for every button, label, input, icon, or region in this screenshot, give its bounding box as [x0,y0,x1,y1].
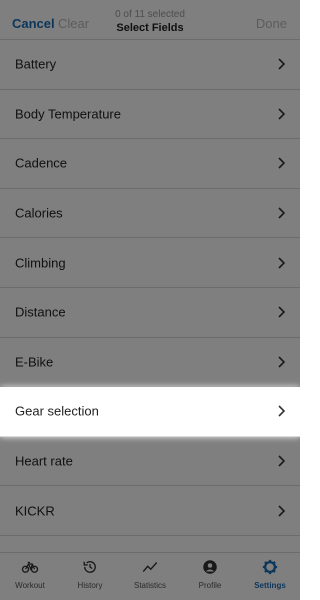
chevron-right-icon [278,207,286,219]
header-bar: Cancel Clear 0 of 11 selected Select Fie… [0,0,300,40]
tab-history[interactable]: History [60,553,120,600]
tab-label: Profile [198,581,222,590]
field-label: Heart rate [15,453,73,469]
field-label: Climbing [15,255,66,271]
profile-icon [203,560,217,574]
fields-list: Battery Body Temperature Cadence Calorie… [0,40,300,536]
field-row-kickr[interactable]: KICKR [0,486,300,536]
field-row-distance[interactable]: Distance [0,287,300,338]
field-row-e-bike[interactable]: E-Bike [0,337,300,388]
chevron-right-icon [278,505,286,517]
tab-statistics[interactable]: Statistics [120,553,180,600]
field-row-climbing[interactable]: Climbing [0,238,300,288]
bike-icon [21,561,39,573]
field-label: Body Temperature [15,106,121,122]
select-fields-screen: Cancel Clear 0 of 11 selected Select Fie… [0,0,300,600]
field-label: KICKR [15,503,55,519]
field-row-cadence[interactable]: Cadence [0,139,300,189]
chevron-right-icon [278,157,286,170]
chevron-right-icon [278,108,286,120]
tab-profile[interactable]: Profile [180,553,240,600]
chevron-right-icon [278,455,286,467]
field-row-battery[interactable]: Battery [0,40,300,90]
field-label: Gear selection [15,403,99,419]
field-label: Battery [15,56,57,72]
field-label: Distance [15,304,66,320]
field-row-calories[interactable]: Calories [0,188,300,239]
tab-settings[interactable]: Settings [240,553,300,600]
tab-workout[interactable]: Workout [0,553,60,600]
selected-count: 0 of 11 selected [115,9,185,20]
field-row-body-temperature[interactable]: Body Temperature [0,89,300,140]
tab-label: Workout [15,581,45,590]
done-button[interactable]: Done [256,16,287,32]
field-label: Cadence [15,155,68,171]
field-row-heart-rate[interactable]: Heart rate [0,436,300,487]
tab-label: History [77,581,103,590]
chevron-right-icon [278,58,286,70]
chevron-right-icon [278,356,286,368]
page-title: Select Fields [116,22,184,34]
cancel-button[interactable]: Cancel [12,16,55,32]
statistics-icon [142,562,158,572]
chevron-right-icon [278,405,286,418]
tab-label: Statistics [133,581,166,590]
field-label: Calories [15,205,63,221]
header-title-group: 0 of 11 selected Select Fields [80,8,220,35]
field-row-gear-selection[interactable]: Gear selection [0,387,300,437]
bottom-tab-bar: Workout History Statistics Profile Setti… [0,552,300,600]
tab-label: Settings [254,581,286,590]
chevron-right-icon [278,306,286,318]
history-icon [83,561,96,573]
gear-icon [262,559,278,575]
chevron-right-icon [278,257,286,269]
field-label: E-Bike [15,354,54,370]
